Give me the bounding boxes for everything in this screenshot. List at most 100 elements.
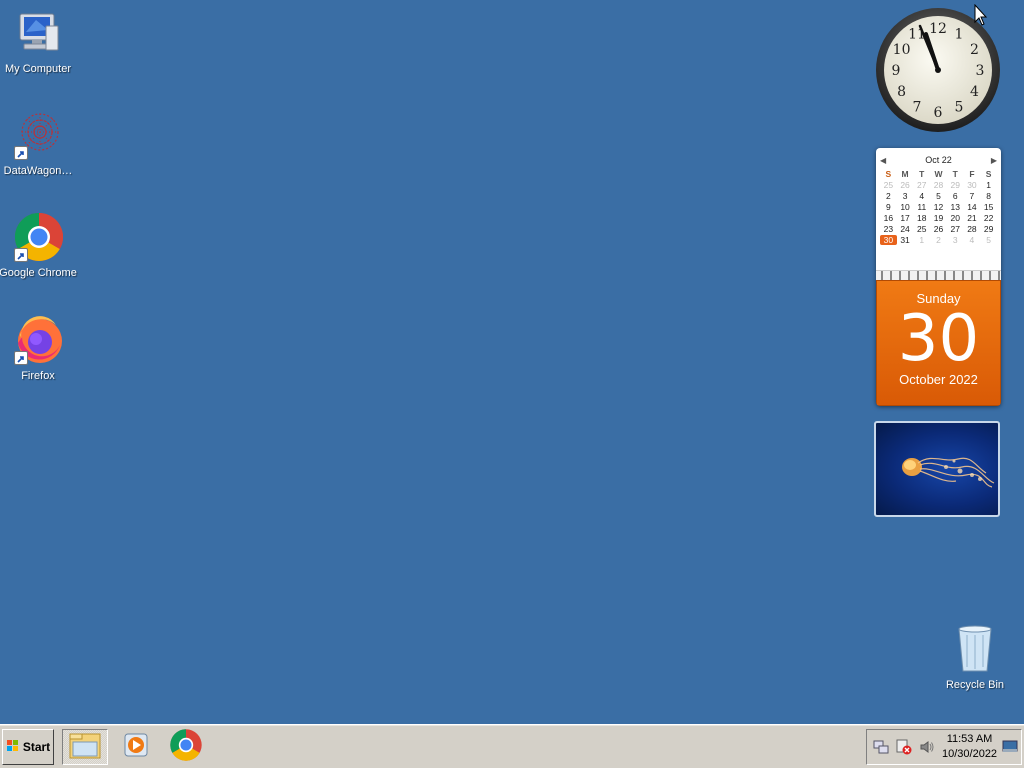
clock-numeral: 10: [893, 42, 911, 58]
folder-icon: [68, 730, 102, 765]
start-label: Start: [22, 740, 51, 754]
clock-numeral: 1: [955, 27, 964, 43]
calendar-weekday-label: F: [969, 169, 975, 179]
desktop-icon-recycle-bin[interactable]: Recycle Bin: [935, 625, 1015, 691]
clock-numeral: 7: [913, 99, 922, 115]
calendar-day[interactable]: 11: [913, 202, 930, 212]
chrome-icon: [12, 212, 64, 264]
firefox-icon: [12, 315, 64, 367]
calendar-day[interactable]: 9: [880, 202, 897, 212]
taskbar-button-file-explorer[interactable]: [62, 729, 108, 765]
calendar-day[interactable]: 18: [913, 213, 930, 223]
calendar-day[interactable]: 27: [947, 224, 964, 234]
computer-icon: [12, 8, 64, 60]
calendar-weekday-label: S: [985, 169, 992, 179]
taskbar-date: 10/30/2022: [942, 748, 998, 760]
recycle-bin-icon: [949, 625, 1001, 677]
calendar-day[interactable]: 19: [930, 213, 947, 223]
calendar-day[interactable]: 3: [947, 235, 964, 245]
calendar-day[interactable]: 27: [913, 180, 930, 190]
calendar-day[interactable]: 5: [930, 191, 947, 201]
calendar-day[interactable]: 29: [980, 224, 997, 234]
start-button[interactable]: Start: [2, 729, 54, 765]
desktop-icon-label: DataWagon…: [3, 165, 73, 177]
windows-logo-icon: [6, 739, 20, 756]
desktop-icon-datawagon[interactable]: DataWagon…: [0, 110, 78, 177]
prev-month-arrow-icon[interactable]: ◀: [880, 156, 886, 165]
show-desktop-icon[interactable]: [1001, 738, 1019, 756]
calendar-day[interactable]: 30: [964, 180, 981, 190]
taskbar: Start 11:53 AM 10/30/2022: [0, 724, 1024, 768]
volume-icon[interactable]: [918, 738, 936, 756]
calendar-day[interactable]: 4: [964, 235, 981, 245]
calendar-day[interactable]: 1: [913, 235, 930, 245]
desktop-icon-label: Firefox: [21, 370, 55, 382]
calendar-day[interactable]: 21: [964, 213, 981, 223]
desktop-icon-google-chrome[interactable]: Google Chrome: [0, 212, 78, 279]
network-icon[interactable]: [872, 738, 890, 756]
calendar-day[interactable]: 26: [930, 224, 947, 234]
taskbar-clock[interactable]: 11:53 AM 10/30/2022: [942, 732, 997, 762]
calendar-day[interactable]: 1: [980, 180, 997, 190]
calendar-day[interactable]: 17: [897, 213, 914, 223]
clock-numeral: 3: [976, 63, 985, 79]
clock-numeral: 9: [892, 63, 901, 79]
calendar-day[interactable]: 29: [947, 180, 964, 190]
calendar-day[interactable]: 16: [880, 213, 897, 223]
calendar-weekday-label: W: [934, 169, 943, 179]
clock-numeral: 12: [929, 21, 947, 37]
calendar-day[interactable]: 22: [980, 213, 997, 223]
taskbar-button-media-player[interactable]: [113, 729, 159, 765]
calendar-day[interactable]: 20: [947, 213, 964, 223]
calendar-month-label: Oct 22: [925, 155, 952, 165]
calendar-gadget[interactable]: ◀ Oct 22 ▶ S M T W T F S 25 26 27 28 29 30 1 2 3 4 5 6 7 8 9 1…: [876, 148, 1001, 406]
calendar-weekday-label: T: [952, 169, 958, 179]
security-alert-icon[interactable]: [895, 738, 913, 756]
calendar-day[interactable]: 4: [913, 191, 930, 201]
calendar-day[interactable]: 3: [897, 191, 914, 201]
jellyfish-photo: [902, 457, 995, 488]
calendar-day[interactable]: 2: [880, 191, 897, 201]
desktop-icon-firefox[interactable]: Firefox: [0, 315, 78, 382]
datawagon-icon: [12, 110, 64, 162]
shortcut-arrow-icon: [14, 146, 28, 160]
calendar-day-today[interactable]: 30: [880, 235, 897, 245]
taskbar-button-chrome[interactable]: [163, 728, 209, 765]
calendar-day[interactable]: 24: [897, 224, 914, 234]
calendar-day[interactable]: 31: [897, 235, 914, 245]
calendar-day[interactable]: 6: [947, 191, 964, 201]
calendar-day[interactable]: 28: [964, 224, 981, 234]
calendar-day[interactable]: 8: [980, 191, 997, 201]
calendar-day[interactable]: 2: [930, 235, 947, 245]
calendar-day[interactable]: 25: [913, 224, 930, 234]
desktop-icon-label: Recycle Bin: [945, 679, 1005, 691]
calendar-day[interactable]: 23: [880, 224, 897, 234]
system-tray: 11:53 AM 10/30/2022: [866, 729, 1022, 765]
calendar-day[interactable]: 12: [930, 202, 947, 212]
calendar-day[interactable]: 14: [964, 202, 981, 212]
calendar-day[interactable]: 25: [880, 180, 897, 190]
calendar-day[interactable]: 26: [897, 180, 914, 190]
mouse-cursor-icon: [974, 3, 988, 31]
taskbar-time: 11:53 AM: [946, 733, 993, 745]
clock-numeral: 8: [897, 84, 906, 100]
next-month-arrow-icon[interactable]: ▶: [991, 156, 997, 165]
calendar-month-view: ◀ Oct 22 ▶ S M T W T F S 25 26 27 28 29 30 1 2 3 4 5 6 7 8 9 1…: [876, 148, 1001, 270]
calendar-weekday-label: S: [885, 169, 892, 179]
shortcut-arrow-icon: [14, 351, 28, 365]
clock-numeral: 4: [970, 84, 979, 100]
calendar-weekday-label: T: [919, 169, 925, 179]
calendar-day[interactable]: 15: [980, 202, 997, 212]
calendar-day[interactable]: 7: [964, 191, 981, 201]
calendar-binding-rings: [876, 270, 1001, 280]
calendar-day[interactable]: 13: [947, 202, 964, 212]
clock-numeral: 5: [955, 99, 964, 115]
desktop-icon-label: Google Chrome: [0, 267, 77, 279]
calendar-day[interactable]: 28: [930, 180, 947, 190]
desktop-icon-my-computer[interactable]: My Computer: [0, 8, 78, 75]
slideshow-gadget[interactable]: [874, 421, 1000, 517]
media-player-icon: [121, 730, 151, 765]
clock-numeral: 2: [970, 42, 979, 58]
calendar-day[interactable]: 10: [897, 202, 914, 212]
calendar-day[interactable]: 5: [980, 235, 997, 245]
